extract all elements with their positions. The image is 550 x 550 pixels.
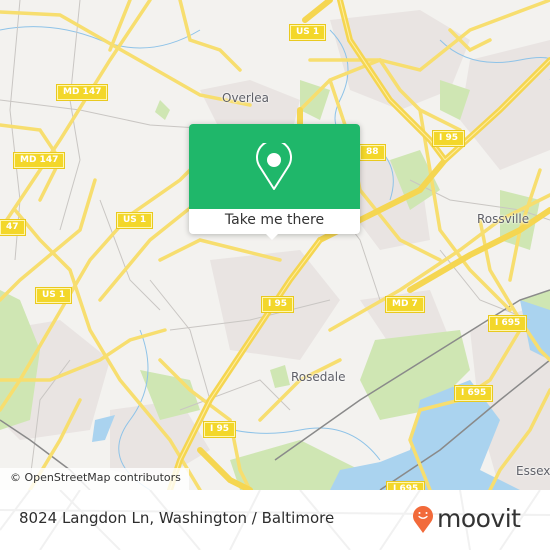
map-pin-icon xyxy=(256,143,292,190)
map-view[interactable]: Overlea Rossville Rosedale Essex US 1 MD… xyxy=(0,0,550,490)
place-label-essex: Essex xyxy=(516,464,550,478)
route-badge: 47 xyxy=(0,219,26,236)
take-me-there-button[interactable]: Take me there xyxy=(189,209,360,234)
moovit-pin-icon xyxy=(413,506,433,533)
route-badge: MD 147 xyxy=(55,84,109,101)
route-badge: I 95 xyxy=(431,130,466,147)
route-badge: US 1 xyxy=(288,24,327,41)
route-badge: US 1 xyxy=(115,212,154,229)
moovit-brand-text: moovit xyxy=(437,504,521,533)
place-label-rosedale: Rosedale xyxy=(291,370,346,384)
map-attribution[interactable]: © OpenStreetMap contributors xyxy=(0,468,189,490)
address-label: 8024 Langdon Ln, Washington / Baltimore xyxy=(19,509,335,527)
route-badge: I 695 xyxy=(487,315,528,332)
popup-pointer xyxy=(265,233,279,240)
popup-header xyxy=(189,124,360,209)
route-badge: I 95 xyxy=(260,296,295,313)
place-label-overlea: Overlea xyxy=(222,91,269,105)
route-badge: I 695 xyxy=(453,385,494,402)
route-badge: 88 xyxy=(359,144,386,161)
footer-bar: 8024 Langdon Ln, Washington / Baltimore … xyxy=(0,490,550,550)
location-popup: Take me there xyxy=(189,124,360,240)
route-badge: I 95 xyxy=(202,421,237,438)
route-badge: MD 147 xyxy=(12,152,66,169)
route-badge: MD 7 xyxy=(385,296,425,313)
route-badge: US 1 xyxy=(34,287,73,304)
place-label-rossville: Rossville xyxy=(477,212,530,226)
moovit-logo[interactable]: moovit xyxy=(412,503,521,535)
map-base-layer xyxy=(0,0,550,490)
route-badge: I 695 xyxy=(385,481,426,490)
